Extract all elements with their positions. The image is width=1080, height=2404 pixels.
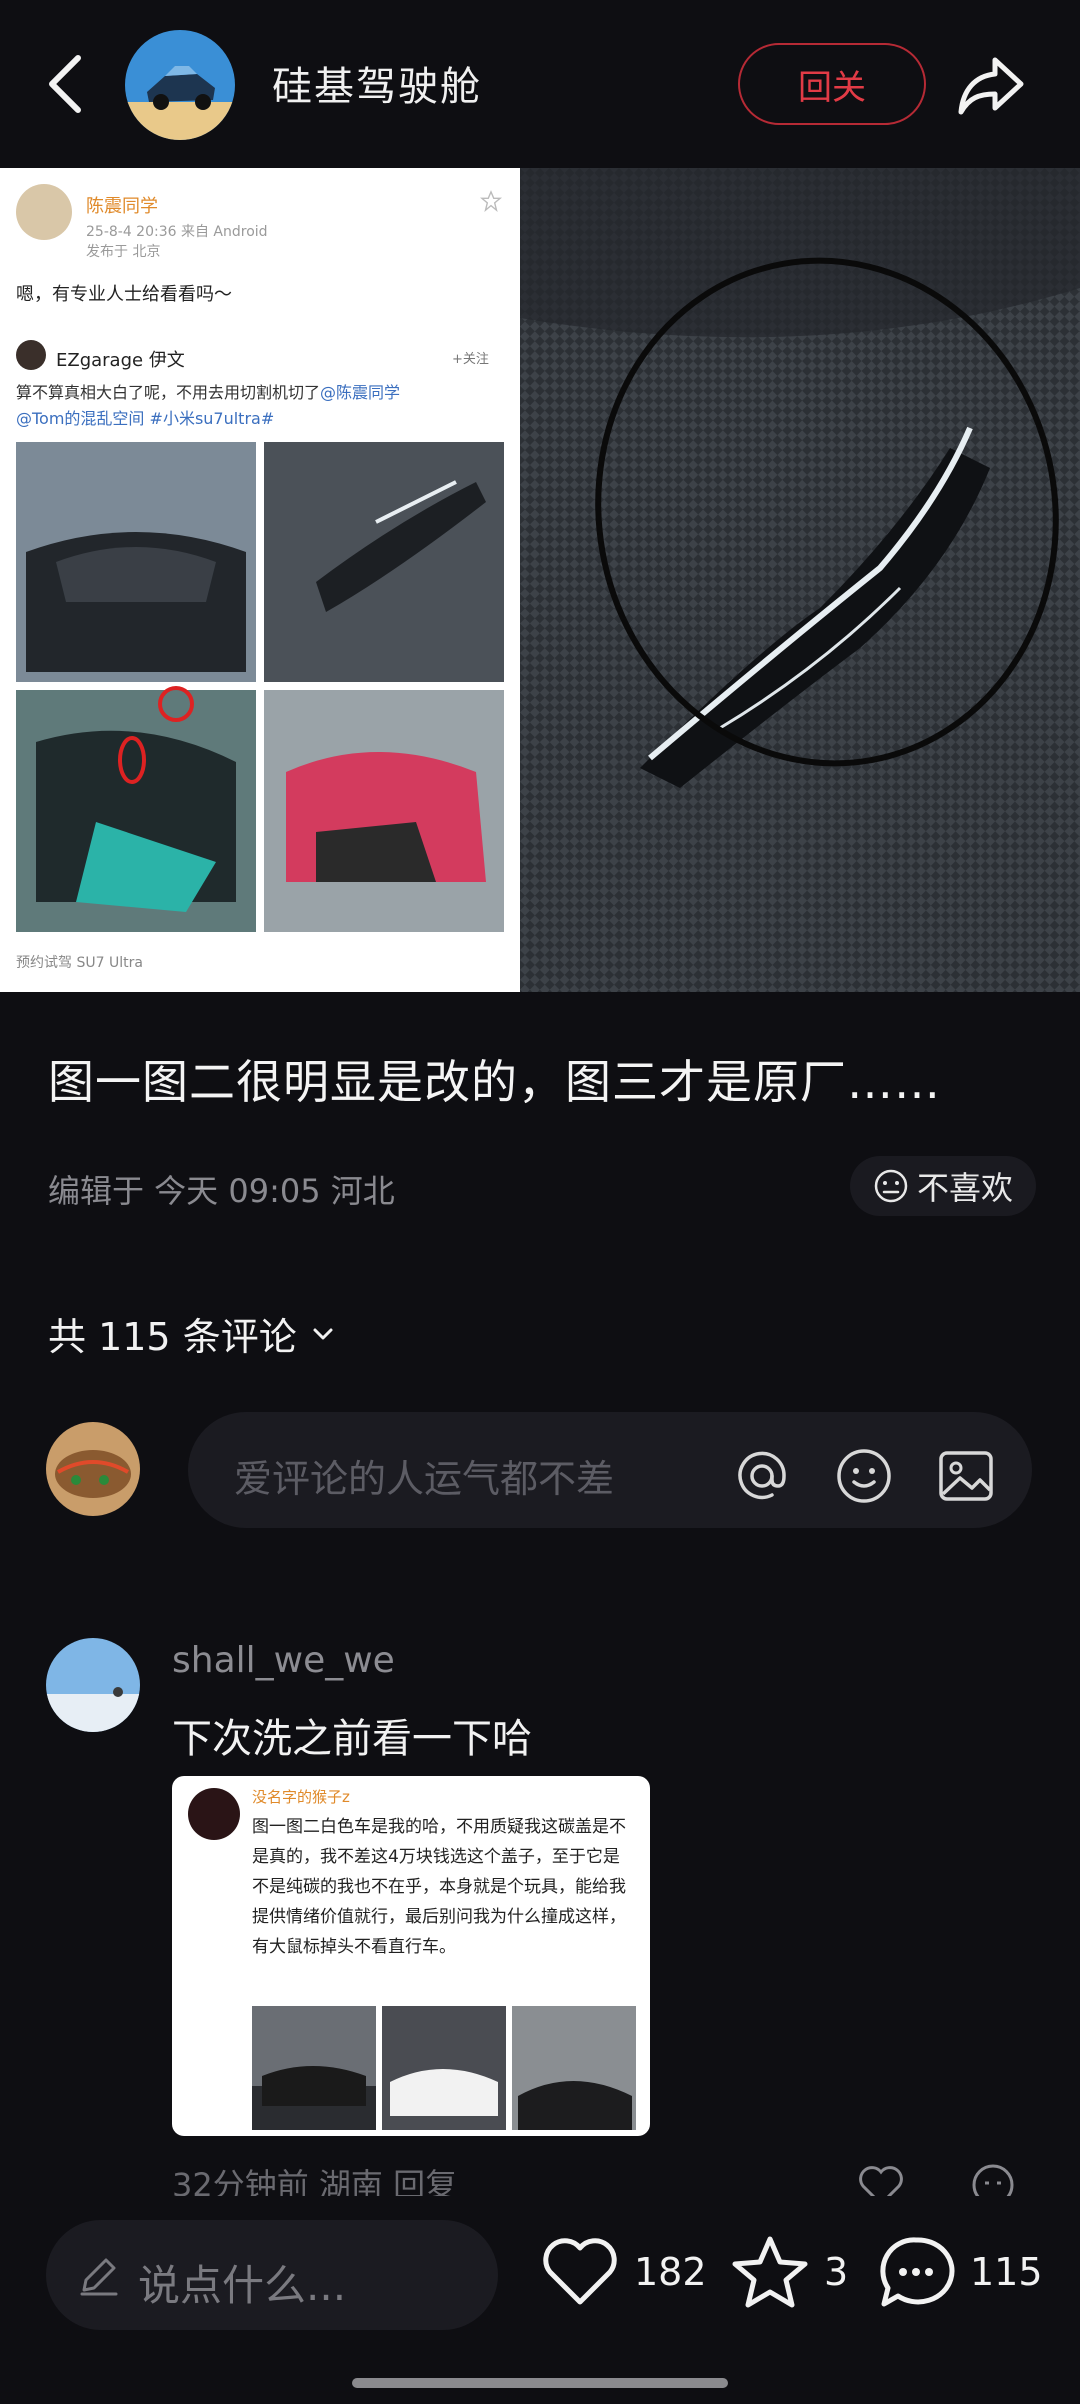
- screenshot-author: 陈震同学: [86, 196, 158, 217]
- meh-face-icon: [874, 1169, 908, 1203]
- at-mention-icon[interactable]: [732, 1446, 792, 1506]
- comment-count-sort[interactable]: 共 115 条评论: [48, 1306, 337, 1361]
- commenter-name[interactable]: shall_we_we: [172, 1640, 395, 1681]
- my-avatar: [46, 1422, 140, 1516]
- screenshot-meta: 25-8-4 20:36 来自 Android 发布于 北京: [86, 224, 268, 260]
- home-indicator[interactable]: [352, 2378, 728, 2388]
- post-meta: 编辑于 今天 09:05 河北: [48, 1172, 395, 1210]
- dislike-label: 不喜欢: [916, 1169, 1013, 1207]
- screenshot-repost-text: 算不算真相大白了呢，不用去用切割机切了@陈震同学 @Tom的混乱空间 #小米su…: [16, 383, 401, 428]
- carbon-closeup-photo: [520, 168, 1080, 992]
- back-button[interactable]: [40, 52, 88, 116]
- comment-image-photos: [252, 2006, 636, 2130]
- comment-like-button[interactable]: [856, 2160, 906, 2196]
- star-icon: [732, 2236, 808, 2308]
- comment-dislike-button[interactable]: [968, 2160, 1018, 2196]
- comment-input-placeholder: 爱评论的人运气都不差: [234, 1457, 615, 1501]
- heart-icon: [859, 2166, 903, 2196]
- comment-count-label: 共 115 条评论: [48, 1315, 297, 1359]
- bottom-action-bar: 说点什么... 182 3 115: [0, 2196, 1080, 2404]
- channel-name[interactable]: 硅基驾驶舱: [272, 54, 482, 112]
- share-icon: [958, 57, 1024, 115]
- screenshot-sub-author: EZgarage 伊文: [56, 350, 185, 371]
- weibo-screenshot: 陈震同学 25-8-4 20:36 来自 Android 发布于 北京 嗯，有专…: [0, 168, 520, 992]
- top-bar: 硅基驾驶舱 回关: [0, 0, 1080, 168]
- screenshot-text: 嗯，有专业人士给看看吗～: [16, 284, 232, 305]
- comment-meta: 32分钟前 湖南 回复: [172, 2166, 458, 2196]
- favorite-button[interactable]: 3: [730, 2232, 848, 2312]
- post-title: 图一图二很明显是改的，图三才是原厂……: [48, 1055, 941, 1109]
- reply-input-placeholder: 说点什么...: [138, 2261, 347, 2310]
- like-count: 182: [634, 2250, 707, 2294]
- screenshot-follow: +关注: [452, 352, 489, 367]
- screenshot-footer: 预约试驾 SU7 Ultra: [16, 955, 143, 971]
- comment-count: 115: [970, 2250, 1043, 2294]
- commenter-avatar[interactable]: [46, 1638, 140, 1732]
- post-image[interactable]: 陈震同学 25-8-4 20:36 来自 Android 发布于 北京 嗯，有专…: [0, 168, 1080, 992]
- avatar: [16, 340, 46, 370]
- avatar: [188, 1788, 240, 1840]
- dislike-button[interactable]: 不喜欢: [850, 1156, 1036, 1216]
- follow-back-button[interactable]: 回关: [738, 43, 926, 125]
- comment-button[interactable]: 115: [876, 2232, 1043, 2312]
- chat-bubble-icon: [880, 2237, 955, 2307]
- image-icon[interactable]: [936, 1446, 996, 1506]
- emoji-icon[interactable]: [834, 1446, 894, 1506]
- star-icon: [479, 190, 503, 216]
- meh-face-icon: [972, 2164, 1014, 2196]
- chevron-left-icon: [49, 55, 81, 113]
- comment-text: 下次洗之前看一下哈: [172, 1716, 532, 1762]
- comment-image-author: 没名字的猴子z: [252, 1788, 350, 1806]
- comment-image[interactable]: 没名字的猴子z 图一图二白色车是我的哈，不用质疑我这碳盖是不是真的，我不差这4万…: [172, 1776, 650, 2136]
- reply-input[interactable]: 说点什么...: [46, 2220, 498, 2330]
- heart-icon: [543, 2238, 617, 2305]
- photo-grid: [16, 442, 504, 932]
- comment-image-text: 图一图二白色车是我的哈，不用质疑我这碳盖是不是真的，我不差这4万块钱选这个盖子，…: [252, 1817, 626, 1957]
- share-button[interactable]: [955, 54, 1027, 118]
- pencil-icon: [80, 2258, 118, 2296]
- like-button[interactable]: 182: [540, 2232, 707, 2312]
- chevron-down-icon: [313, 1328, 333, 1339]
- comment-input[interactable]: 爱评论的人运气都不差: [188, 1412, 1032, 1528]
- favorite-count: 3: [824, 2250, 849, 2294]
- avatar: [16, 184, 72, 240]
- channel-avatar[interactable]: [125, 30, 235, 140]
